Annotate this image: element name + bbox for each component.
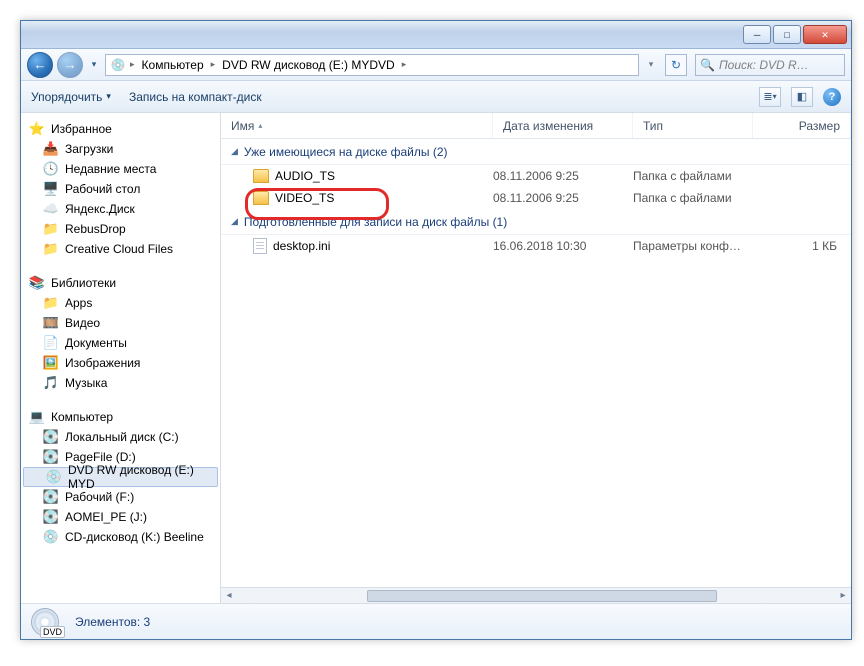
cd-icon: 💿 — [43, 529, 59, 545]
help-button[interactable]: ? — [823, 88, 841, 106]
scroll-right-icon[interactable]: ▸ — [835, 590, 851, 601]
chevron-down-icon: ▾ — [773, 92, 777, 101]
sidebar-computer-header[interactable]: 💻Компьютер — [21, 407, 220, 427]
dvd-status-icon: DVD — [29, 608, 65, 636]
sidebar-favorites-header[interactable]: ⭐Избранное — [21, 119, 220, 139]
drive-icon: 💽 — [43, 429, 59, 445]
table-row-highlighted[interactable]: VIDEO_TS 08.11.2006 9:25 Папка с файлами — [221, 187, 851, 209]
folder-icon: 📁 — [43, 221, 59, 237]
folder-icon: 📁 — [43, 241, 59, 257]
sidebar-libraries-header[interactable]: 📚Библиотеки — [21, 273, 220, 293]
status-text: Элементов: 3 — [75, 615, 150, 629]
folder-icon — [253, 169, 269, 183]
pictures-icon: 🖼️ — [43, 355, 59, 371]
search-input[interactable]: 🔍 Поиск: DVD R… — [695, 54, 845, 76]
refresh-button[interactable]: ↻ — [665, 54, 687, 76]
chevron-right-icon: ▸ — [209, 59, 218, 70]
file-list-area: Имя▴ Дата изменения Тип Размер ◢ Уже име… — [221, 113, 851, 603]
breadcrumb-computer[interactable]: Компьютер — [137, 55, 209, 75]
dvd-icon: 💿 — [46, 469, 62, 485]
star-icon: ⭐ — [29, 121, 45, 137]
recent-icon: 🕓 — [43, 161, 59, 177]
scroll-left-icon[interactable]: ◂ — [221, 590, 237, 601]
sidebar-item-desktop[interactable]: 🖥️Рабочий стол — [21, 179, 220, 199]
drive-icon: 💽 — [43, 449, 59, 465]
burn-to-disc-button[interactable]: Запись на компакт-диск — [129, 90, 262, 104]
drive-icon: 💿 — [110, 57, 126, 73]
forward-button: → — [57, 52, 83, 78]
column-type[interactable]: Тип — [633, 113, 753, 138]
sidebar-item-pictures[interactable]: 🖼️Изображения — [21, 353, 220, 373]
libraries-icon: 📚 — [29, 275, 45, 291]
body-split: ⭐Избранное 📥Загрузки 🕓Недавние места 🖥️Р… — [21, 113, 851, 603]
folder-icon — [253, 191, 269, 205]
sidebar-item-recent[interactable]: 🕓Недавние места — [21, 159, 220, 179]
sidebar-item-yandex[interactable]: ☁️Яндекс.Диск — [21, 199, 220, 219]
sidebar-item-drive-c[interactable]: 💽Локальный диск (C:) — [21, 427, 220, 447]
sidebar-item-rebusdrop[interactable]: 📁RebusDrop — [21, 219, 220, 239]
address-bar[interactable]: 💿 ▸ Компьютер ▸ DVD RW дисковод (E:) MYD… — [105, 54, 639, 76]
ini-file-icon — [253, 238, 267, 254]
search-placeholder: Поиск: DVD R… — [719, 58, 809, 72]
sort-asc-icon: ▴ — [258, 121, 262, 130]
titlebar: — ☐ ✕ — [21, 21, 851, 49]
address-dropdown-icon[interactable]: ▾ — [643, 59, 659, 70]
cloud-icon: ☁️ — [43, 201, 59, 217]
sidebar[interactable]: ⭐Избранное 📥Загрузки 🕓Недавние места 🖥️Р… — [21, 113, 221, 603]
chevron-right-icon: ▸ — [400, 59, 409, 70]
sidebar-item-cd-k[interactable]: 💿CD-дисковод (K:) Beeline — [21, 527, 220, 547]
sidebar-item-apps[interactable]: 📁Apps — [21, 293, 220, 313]
view-options-button[interactable]: ≣ ▾ — [759, 87, 781, 107]
group-existing-files[interactable]: ◢ Уже имеющиеся на диске файлы (2) — [221, 139, 851, 165]
music-icon: 🎵 — [43, 375, 59, 391]
horizontal-scrollbar[interactable]: ◂ ▸ — [221, 587, 851, 603]
preview-pane-button[interactable]: ◧ — [791, 87, 813, 107]
organize-button[interactable]: Упорядочить ▾ — [31, 90, 111, 104]
collapse-icon: ◢ — [231, 146, 238, 157]
documents-icon: 📄 — [43, 335, 59, 351]
column-headers: Имя▴ Дата изменения Тип Размер — [221, 113, 851, 139]
column-date[interactable]: Дата изменения — [493, 113, 633, 138]
sidebar-item-documents[interactable]: 📄Документы — [21, 333, 220, 353]
maximize-button[interactable]: ☐ — [773, 25, 801, 44]
sidebar-item-dvd-e[interactable]: 💿DVD RW дисковод (E:) MYD — [23, 467, 218, 487]
desktop-icon: 🖥️ — [43, 181, 59, 197]
explorer-window: — ☐ ✕ ← → ▾ 💿 ▸ Компьютер ▸ DVD RW диско… — [20, 20, 852, 640]
folder-icon: 📁 — [43, 295, 59, 311]
downloads-icon: 📥 — [43, 141, 59, 157]
minimize-button[interactable]: — — [743, 25, 771, 44]
sidebar-item-drive-j[interactable]: 💽AOMEI_PE (J:) — [21, 507, 220, 527]
collapse-icon: ◢ — [231, 216, 238, 227]
group-pending-files[interactable]: ◢ Подготовленные для записи на диск файл… — [221, 209, 851, 235]
status-bar: DVD Элементов: 3 — [21, 603, 851, 639]
table-row[interactable]: AUDIO_TS 08.11.2006 9:25 Папка с файлами — [221, 165, 851, 187]
drive-icon: 💽 — [43, 509, 59, 525]
sidebar-item-downloads[interactable]: 📥Загрузки — [21, 139, 220, 159]
back-button[interactable]: ← — [27, 52, 53, 78]
nav-bar: ← → ▾ 💿 ▸ Компьютер ▸ DVD RW дисковод (E… — [21, 49, 851, 81]
sidebar-item-video[interactable]: 🎞️Видео — [21, 313, 220, 333]
column-size[interactable]: Размер — [753, 113, 851, 138]
history-dropdown-icon[interactable]: ▾ — [87, 54, 101, 76]
chevron-down-icon: ▾ — [106, 91, 111, 102]
breadcrumb-dvd[interactable]: DVD RW дисковод (E:) MYDVD — [217, 55, 400, 75]
close-button[interactable]: ✕ — [803, 25, 847, 44]
computer-icon: 💻 — [29, 409, 45, 425]
toolbar: Упорядочить ▾ Запись на компакт-диск ≣ ▾… — [21, 81, 851, 113]
drive-icon: 💽 — [43, 489, 59, 505]
table-row[interactable]: desktop.ini 16.06.2018 10:30 Параметры к… — [221, 235, 851, 257]
video-icon: 🎞️ — [43, 315, 59, 331]
column-name[interactable]: Имя▴ — [221, 113, 493, 138]
chevron-right-icon: ▸ — [128, 59, 137, 70]
scrollbar-thumb[interactable] — [367, 590, 717, 602]
search-icon: 🔍 — [700, 58, 715, 72]
sidebar-item-music[interactable]: 🎵Музыка — [21, 373, 220, 393]
sidebar-item-ccfiles[interactable]: 📁Creative Cloud Files — [21, 239, 220, 259]
